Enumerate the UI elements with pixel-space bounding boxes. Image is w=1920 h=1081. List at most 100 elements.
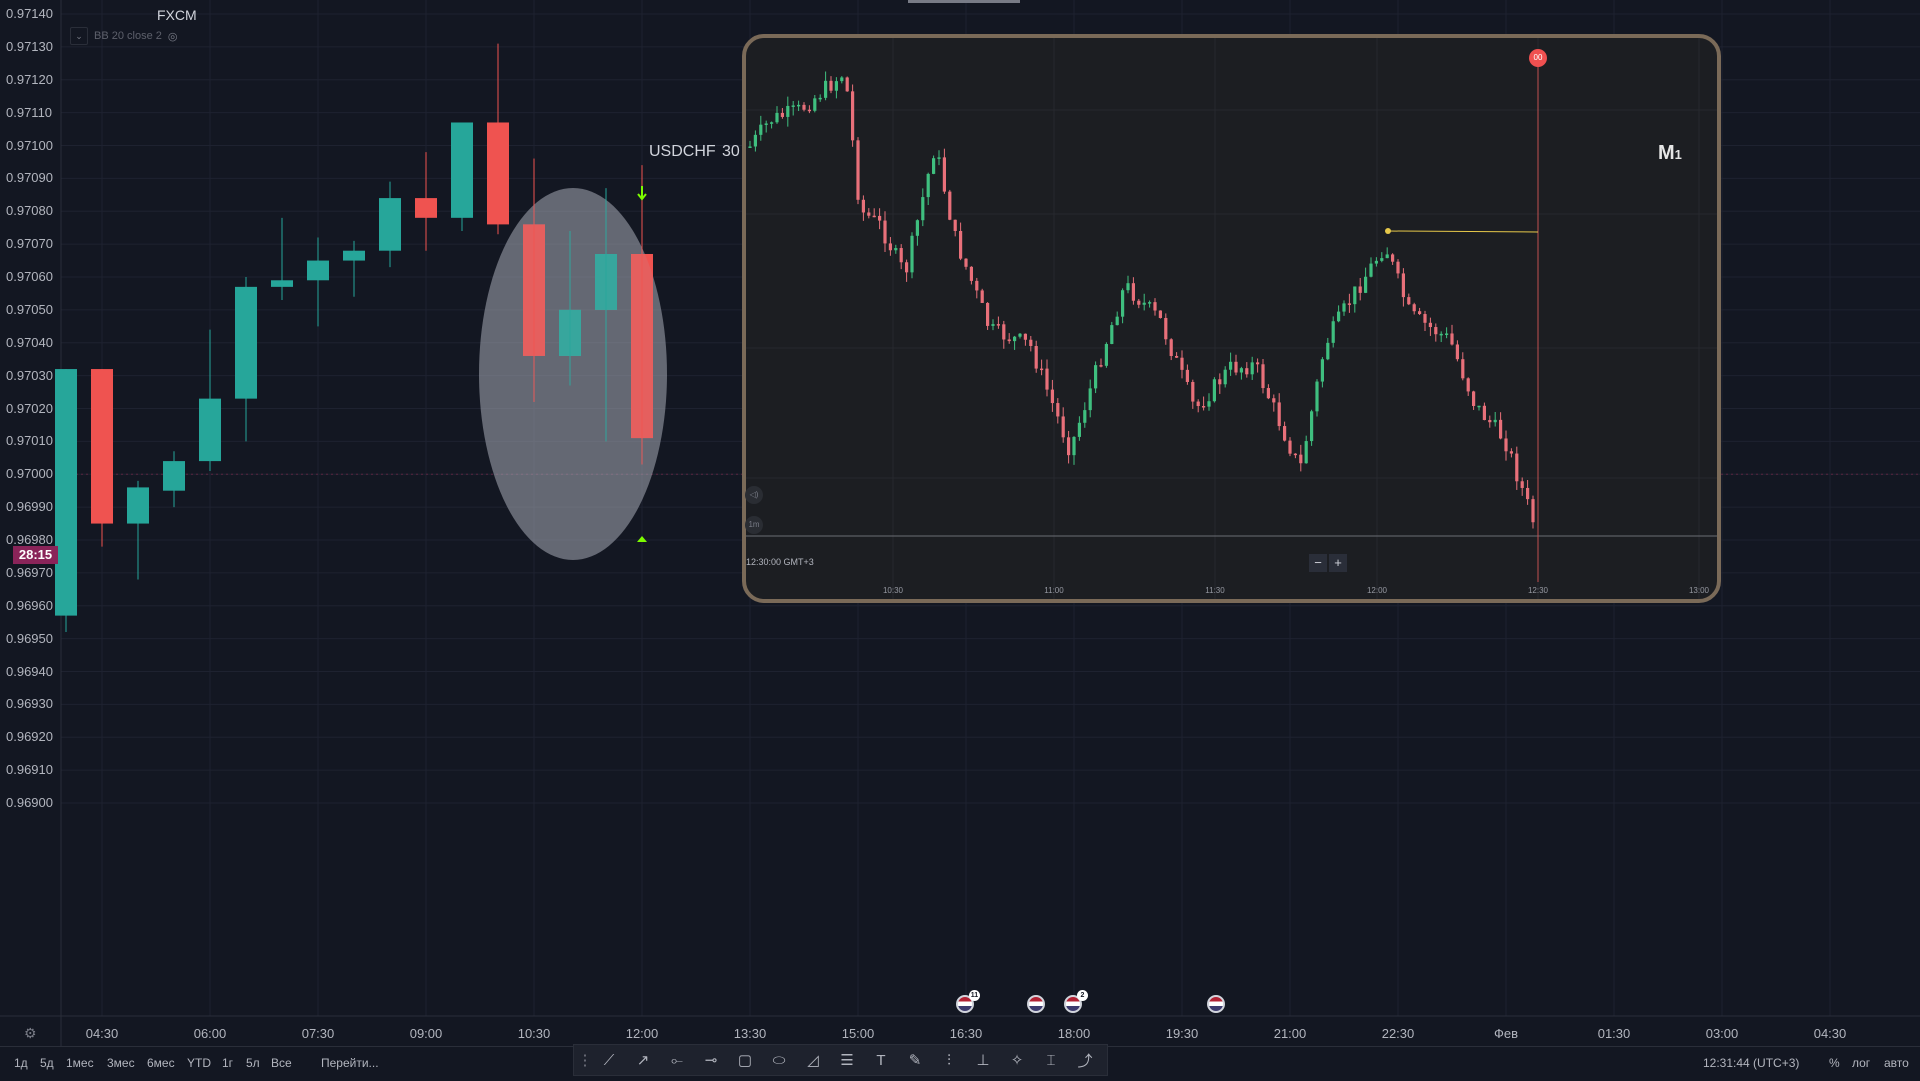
inset-candle-body [1250, 362, 1254, 375]
price-tick-label: 0.97120 [6, 71, 53, 87]
time-tick-label: 06:00 [193, 1026, 227, 1041]
inset-candle-body [1115, 316, 1119, 326]
time-tick-label: 10:30 [517, 1026, 551, 1041]
path-icon[interactable]: ⤴ [1068, 1046, 1102, 1074]
inset-candle-body [1423, 314, 1427, 323]
inset-candle-body [1040, 368, 1044, 371]
inset-candle-body [1266, 388, 1270, 399]
us-flag-event-icon[interactable] [1027, 995, 1045, 1013]
measure-icon[interactable]: ⌶ [1034, 1046, 1068, 1074]
eye-hidden-icon[interactable]: ◎ [168, 30, 178, 43]
brush-icon[interactable]: ✎ [898, 1046, 932, 1074]
inset-candle-body [1212, 379, 1216, 402]
price-tick-label: 0.97080 [6, 203, 53, 219]
fib-retracement-icon[interactable]: ☰ [830, 1046, 864, 1074]
price-tick-label: 0.96990 [6, 499, 53, 515]
price-tick-label: 0.96920 [6, 729, 53, 745]
inset-candle-body [1272, 398, 1276, 403]
price-tick-label: 0.96970 [6, 564, 53, 580]
inset-candle-body [1450, 333, 1454, 345]
price-label-icon[interactable]: ⊥ [966, 1046, 1000, 1074]
inset-candle-body [802, 104, 806, 110]
inset-candle-body [953, 219, 957, 231]
range-button[interactable]: 5д [40, 1056, 54, 1070]
rectangle-icon[interactable]: ▢ [728, 1046, 762, 1074]
inset-candle-body [1358, 286, 1362, 293]
inset-candle-body [1218, 379, 1222, 385]
inset-candle-body [840, 77, 844, 82]
indicator-legend[interactable]: ⌄ BB 20 close 2 ◎ [70, 27, 177, 45]
range-button[interactable]: YTD [187, 1056, 211, 1070]
horizontal-ray-icon[interactable]: ⟜ [660, 1046, 694, 1074]
range-button[interactable]: 5л [246, 1056, 260, 1070]
event-count-badge: 2 [1077, 990, 1088, 1001]
time-tick-label: 07:30 [301, 1026, 335, 1041]
inset-candle-body [824, 80, 828, 98]
inset-candle-body [845, 77, 849, 92]
toolbar-grip-icon[interactable]: ⋮ [578, 1046, 593, 1074]
inset-candle-body [1094, 365, 1098, 389]
inset-candle-body [1504, 438, 1508, 452]
top-drag-handle[interactable] [908, 0, 1020, 3]
time-tick-label: 16:30 [949, 1026, 983, 1041]
inset-candle-body [1526, 487, 1530, 500]
zoom-out-button: − [1309, 554, 1327, 572]
inset-candle-body [878, 215, 882, 221]
inset-candle-body [1196, 401, 1200, 407]
candle-body [307, 260, 329, 281]
inset-candle-body [1050, 389, 1054, 404]
pattern-icon[interactable]: ✧ [1000, 1046, 1034, 1074]
long-position-icon[interactable]: ⫶ [932, 1046, 966, 1074]
auto-scale-button[interactable]: авто [1884, 1056, 1909, 1070]
range-button[interactable]: 3мес [107, 1056, 135, 1070]
inset-candle-body [1239, 368, 1243, 373]
inset-candle-body [1515, 453, 1519, 482]
text-tool-icon[interactable]: T [864, 1046, 898, 1074]
inset-candle-body [1364, 276, 1368, 293]
inset-candle-body [883, 220, 887, 244]
horizontal-line-icon[interactable]: ⊸ [694, 1046, 728, 1074]
range-button[interactable]: 6мес [147, 1056, 175, 1070]
inset-candle-body [1310, 411, 1314, 442]
ellipse-icon[interactable]: ⬭ [762, 1046, 796, 1074]
time-tick-label: 18:00 [1057, 1026, 1091, 1041]
inset-candle-body [1482, 405, 1486, 421]
range-button[interactable]: Все [271, 1056, 292, 1070]
inset-candle-body [1434, 327, 1438, 335]
time-tick-label: 19:30 [1165, 1026, 1199, 1041]
inset-candle-body [1029, 339, 1033, 347]
inset-time-tick: 13:00 [1688, 586, 1710, 595]
trendline-icon[interactable]: ⟋ [592, 1046, 626, 1074]
inset-candle-body [1185, 369, 1189, 382]
time-tick-label: 22:30 [1381, 1026, 1415, 1041]
inset-candle-body [748, 146, 752, 148]
inset-chart-canvas [746, 38, 1717, 599]
us-flag-event-icon[interactable] [1207, 995, 1225, 1013]
inset-candle-body [1153, 302, 1157, 311]
price-tick-label: 0.97020 [6, 400, 53, 416]
chevron-down-icon[interactable]: ⌄ [70, 27, 88, 45]
ray-icon[interactable]: ↗ [626, 1046, 660, 1074]
candle-body [487, 122, 509, 225]
settings-gear-icon[interactable]: ⚙ [24, 1025, 37, 1042]
time-tick-label: 01:30 [1597, 1026, 1631, 1041]
inset-time-tick: 11:30 [1205, 586, 1225, 595]
us-flag-event-icon[interactable]: 2 [1064, 990, 1088, 1013]
inset-candle-body [1175, 356, 1179, 358]
clock-timezone[interactable]: 12:31:44 (UTC+3) [1703, 1056, 1799, 1070]
inset-candle-body [910, 235, 914, 273]
candle-body [271, 280, 293, 287]
percent-scale-button[interactable]: % [1829, 1056, 1840, 1070]
log-scale-button[interactable]: лог [1852, 1056, 1870, 1070]
inset-candle-body [959, 230, 963, 259]
goto-date-button[interactable]: Перейти... [321, 1056, 379, 1070]
price-tick-label: 0.97100 [6, 137, 53, 153]
price-tick-label: 0.97030 [6, 367, 53, 383]
range-button[interactable]: 1мес [66, 1056, 94, 1070]
drawing-toolbar[interactable]: ⋮ ⟋ ↗ ⟜ ⊸ ▢ ⬭ ◿ ☰ T ✎ ⫶ ⊥ ✧ ⌶ ⤴ [573, 1044, 1108, 1076]
range-button[interactable]: 1д [14, 1056, 28, 1070]
triangle-pattern-icon[interactable]: ◿ [796, 1046, 830, 1074]
inset-candle-body [905, 262, 909, 273]
us-flag-event-icon[interactable]: 11 [956, 990, 980, 1013]
range-button[interactable]: 1г [222, 1056, 233, 1070]
